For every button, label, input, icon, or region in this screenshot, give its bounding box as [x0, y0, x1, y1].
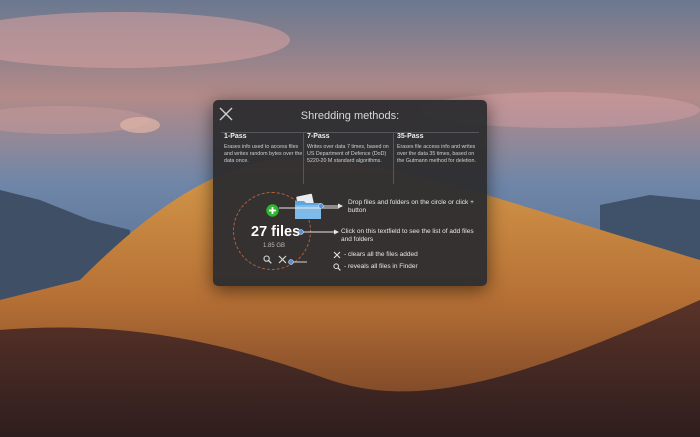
files-size-label: 1.85 GB	[263, 243, 286, 249]
close-icon	[333, 251, 341, 259]
method-name: 7-Pass	[307, 133, 330, 140]
magnifier-icon[interactable]	[263, 255, 272, 264]
hint-reveal: - reveals all files in Finder	[344, 263, 418, 270]
method-divider	[393, 132, 394, 184]
method-description: Erases file access info and writes over …	[397, 144, 476, 164]
method-35-pass: 35-Pass Erases file access info and writ…	[397, 133, 479, 165]
hint-textfield: Click on this textfield to see the list …	[341, 228, 474, 243]
method-description: Erases info used to access files and wri…	[224, 144, 303, 164]
magnifier-icon	[333, 263, 341, 271]
method-7-pass: 7-Pass Writes over data 7 times, based o…	[307, 133, 389, 165]
panel-title: Shredding methods:	[300, 110, 400, 122]
method-name: 1-Pass	[224, 133, 247, 140]
folder-icon	[295, 193, 321, 219]
add-files-button[interactable]	[266, 204, 279, 217]
method-description: Writes over data 7 times, based on US De…	[307, 144, 389, 164]
shredding-methods-panel: Shredding methods: 1-Pass Erases info us…	[213, 100, 487, 286]
method-name: 35-Pass	[397, 133, 424, 140]
hint-drop: Drop files and folders on the circle or …	[348, 199, 474, 214]
hint-clear: - clears all the files added	[344, 251, 418, 258]
files-count-field[interactable]: 27 files	[251, 224, 300, 240]
method-1-pass: 1-Pass Erases info used to access files …	[224, 133, 306, 165]
clear-files-icon[interactable]	[278, 255, 287, 264]
